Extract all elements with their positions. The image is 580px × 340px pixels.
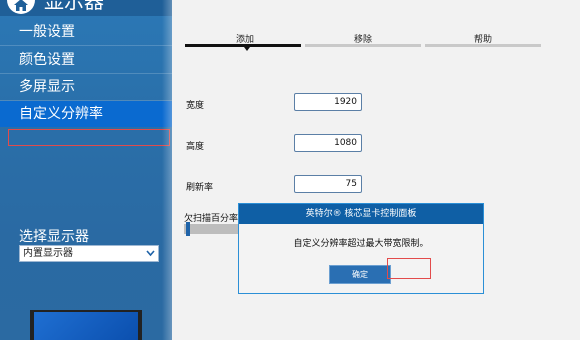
monitor-screen-graphic: [34, 312, 138, 340]
error-dialog: 英特尔® 核芯显卡控制面板 自定义分辨率超过最大带宽限制。 确定: [238, 203, 484, 294]
width-input[interactable]: 1920: [294, 93, 362, 111]
highlight-box: [8, 129, 170, 146]
overscan-slider-track[interactable]: [184, 224, 240, 234]
display-select-value: 内置显示器: [23, 248, 73, 259]
dialog-title: 英特尔® 核芯显卡控制面板: [239, 204, 483, 224]
dialog-message: 自定义分辨率超过最大带宽限制。: [293, 239, 429, 249]
tab-add-indicator: [185, 44, 301, 47]
refresh-rate-input[interactable]: 75: [294, 175, 362, 193]
height-label: 高度: [186, 142, 205, 152]
refresh-rate-label: 刷新率: [186, 183, 214, 193]
chevron-down-icon: [146, 250, 155, 257]
overscan-slider-thumb[interactable]: [186, 222, 190, 236]
tab-caret-icon: [244, 47, 250, 51]
highlight-box: [387, 258, 431, 279]
sidebar-edge: [162, 0, 172, 340]
home-icon: [14, 0, 28, 11]
sidebar-item-multi-display[interactable]: 多屏显示: [0, 74, 172, 100]
width-label: 宽度: [186, 101, 205, 111]
ok-button[interactable]: 确定: [329, 265, 391, 284]
tab-remove-indicator: [305, 44, 421, 47]
display-select[interactable]: 内置显示器: [19, 245, 159, 262]
tab-help-indicator: [425, 44, 541, 47]
overscan-label: 欠扫描百分率: [184, 214, 239, 224]
app-title: 显示器: [44, 0, 104, 13]
sidebar-item-general-settings[interactable]: 一般设置: [0, 19, 172, 45]
height-input[interactable]: 1080: [294, 134, 362, 152]
sidebar-item-custom-resolution[interactable]: 自定义分辨率: [0, 101, 172, 127]
sidebar: 显示器 一般设置 颜色设置 多屏显示 自定义分辨率 选择显示器 内置显示器: [0, 0, 172, 340]
select-display-label: 选择显示器: [19, 229, 89, 245]
sidebar-item-color-settings[interactable]: 颜色设置: [0, 47, 172, 73]
nav-divider: [0, 45, 172, 46]
